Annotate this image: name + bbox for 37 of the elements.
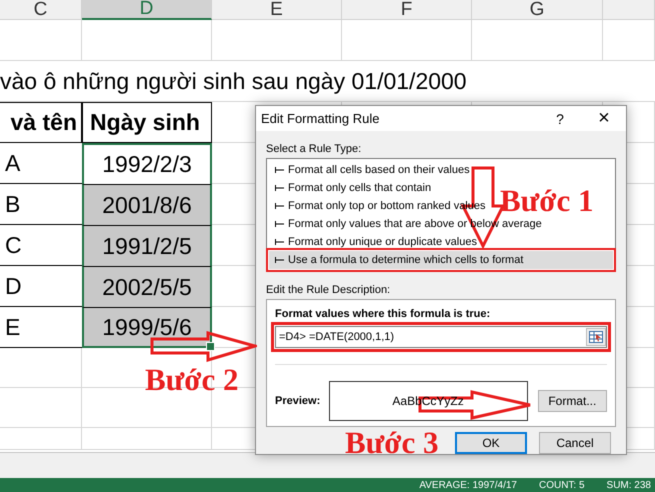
column-header[interactable]: G [472,0,603,20]
fill-handle[interactable] [206,342,215,351]
status-text: SUM: 238 [606,480,651,490]
preview-label: Preview: [275,395,322,407]
column-header[interactable]: F [342,0,472,20]
column-header[interactable]: E [212,0,342,20]
table-cell: 1992/2/3 [82,143,212,184]
range-picker-button[interactable] [586,328,606,346]
bullet-icon [275,257,284,263]
table-cell: 2002/5/5 [82,266,212,307]
step-label: Bước 2 [145,362,238,398]
close-button[interactable]: × [582,106,626,131]
status-text: COUNT: 5 [538,480,585,490]
bullet-icon [275,203,284,209]
column-header[interactable]: C [0,0,82,20]
help-button[interactable]: ? [538,106,582,131]
step-label: Bước 3 [345,425,438,461]
table-cell: 1999/5/6 [82,307,212,348]
section-label: Edit the Rule Description: [266,284,392,296]
table-header: Ngày sinh [82,102,212,143]
formula-label: Format values where this formula is true: [275,308,492,320]
dialog-title: Edit Formatting Rule [261,111,380,126]
dialog-button[interactable]: OK [455,432,527,454]
sheet-title: vào ô những người sinh sau ngày 01/01/2000 [0,68,467,94]
dialog-button[interactable]: Cancel [539,432,611,454]
table-cell: 2001/8/6 [82,184,212,225]
bullet-icon [275,239,284,245]
column-header[interactable]: D [82,0,212,20]
bullet-icon [275,221,284,227]
table-header: và tên [0,102,82,143]
rule-type-item[interactable]: Use a formula to determine which cells to format [269,251,613,269]
bullet-icon [275,185,284,191]
bullet-icon [275,167,284,173]
table-cell: 1991/2/5 [82,225,212,266]
section-label: Select a Rule Type: [266,143,362,155]
format-button[interactable]: Format... [538,390,607,412]
status-text: AVERAGE: 1997/4/17 [419,480,517,490]
